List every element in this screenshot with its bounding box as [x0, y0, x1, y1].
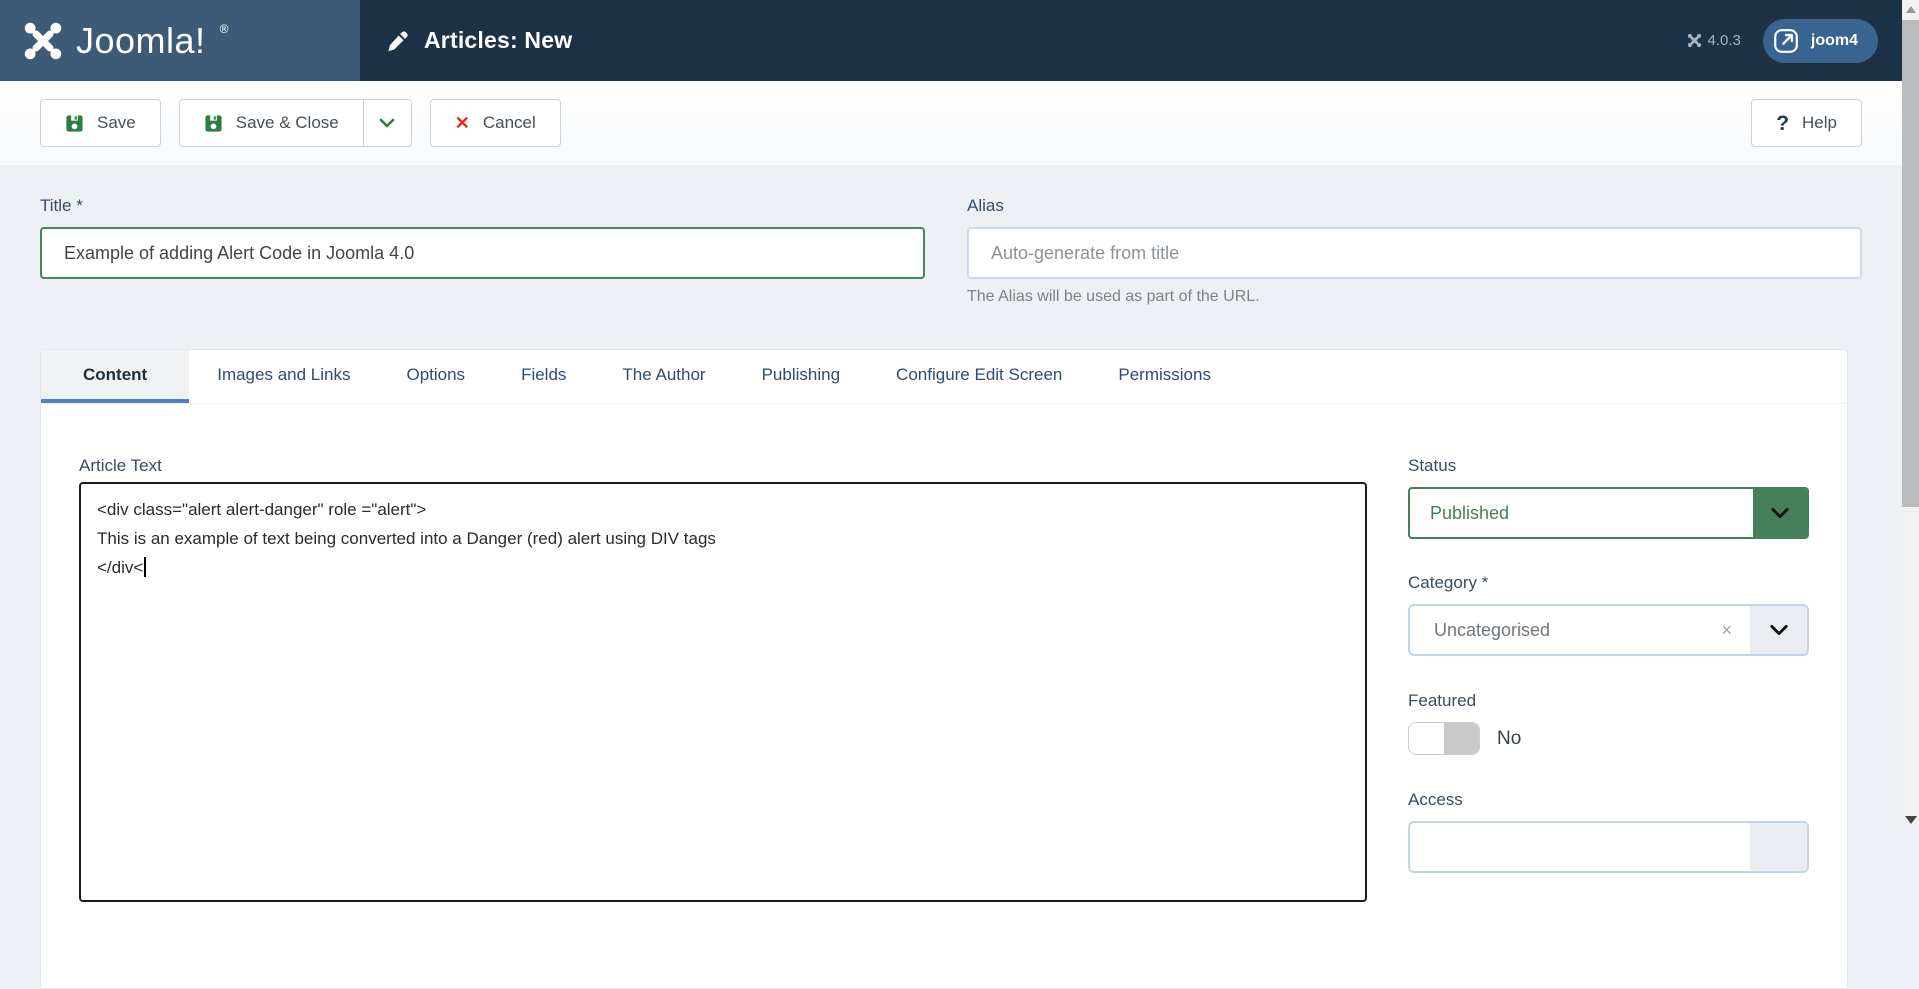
- pencil-icon: [386, 29, 410, 53]
- category-label: Category *: [1408, 573, 1809, 593]
- tab-publishing[interactable]: Publishing: [734, 350, 868, 403]
- joomla-logo[interactable]: Joomla! ®: [22, 20, 228, 62]
- clear-selection-icon[interactable]: ×: [1721, 620, 1732, 641]
- scroll-down-arrow[interactable]: [1902, 816, 1919, 824]
- featured-label: Featured: [1408, 691, 1809, 711]
- user-menu-button[interactable]: joom4: [1763, 19, 1878, 63]
- version-badge: 4.0.3: [1687, 32, 1741, 49]
- cancel-button[interactable]: ✕ Cancel: [430, 99, 561, 147]
- logo-wordmark: Joomla!: [76, 20, 206, 62]
- title-field-group: Title *: [40, 196, 925, 306]
- category-value: Uncategorised: [1434, 620, 1721, 641]
- tab-bar: Content Images and Links Options Fields …: [41, 350, 1847, 404]
- chevron-down-icon: [377, 113, 397, 133]
- title-label: Title *: [40, 196, 925, 216]
- article-settings-sidebar: Status Published Category * Uncategorise…: [1408, 456, 1809, 902]
- alias-label: Alias: [967, 196, 1862, 216]
- vertical-scrollbar[interactable]: [1902, 0, 1919, 827]
- article-text-editor[interactable]: <div class="alert alert-danger" role ="a…: [79, 482, 1367, 902]
- status-select[interactable]: Published: [1408, 487, 1809, 539]
- status-label: Status: [1408, 456, 1809, 476]
- question-mark-icon: ?: [1776, 113, 1789, 134]
- tab-content[interactable]: Content: [41, 350, 189, 403]
- tab-configure-edit-screen[interactable]: Configure Edit Screen: [868, 350, 1090, 403]
- category-select[interactable]: Uncategorised ×: [1408, 604, 1809, 656]
- joomla-knot-icon: [22, 20, 64, 62]
- status-value: Published: [1430, 503, 1753, 524]
- editor-line: </div<: [97, 553, 1349, 582]
- category-chevron-down-icon[interactable]: [1750, 606, 1807, 654]
- title-input[interactable]: [40, 227, 925, 279]
- save-close-button-label: Save & Close: [236, 113, 339, 133]
- tab-fields[interactable]: Fields: [493, 350, 594, 403]
- top-bar: Joomla! ® Articles: New: [0, 0, 1919, 81]
- logo-area: Joomla! ®: [0, 0, 360, 81]
- status-chevron-down-icon[interactable]: [1753, 489, 1807, 537]
- save-close-button-group: Save & Close: [179, 99, 412, 147]
- triangle-up-icon: [1906, 6, 1916, 13]
- tab-the-author[interactable]: The Author: [594, 350, 733, 403]
- scrollbar-thumb[interactable]: [1902, 20, 1919, 507]
- alias-help-text: The Alias will be used as part of the UR…: [967, 288, 1862, 306]
- save-floppy-icon: [204, 114, 223, 133]
- featured-toggle[interactable]: [1408, 722, 1480, 755]
- cancel-button-label: Cancel: [483, 113, 536, 133]
- tab-permissions[interactable]: Permissions: [1090, 350, 1239, 403]
- help-button[interactable]: ? Help: [1751, 99, 1862, 147]
- save-button[interactable]: Save: [40, 99, 161, 147]
- status-field-group: Status Published: [1408, 456, 1809, 539]
- save-floppy-icon: [65, 114, 84, 133]
- triangle-down-icon: [1905, 816, 1917, 824]
- featured-row: No: [1408, 722, 1809, 755]
- access-chevron-down-icon[interactable]: [1750, 823, 1807, 871]
- tab-options[interactable]: Options: [378, 350, 493, 403]
- toggle-knob: [1409, 723, 1444, 754]
- featured-field-group: Featured No: [1408, 691, 1809, 755]
- title-bar: Articles: New 4.0.3: [360, 0, 1919, 81]
- main-content: Title * Alias The Alias will be used as …: [0, 165, 1919, 989]
- access-label: Access: [1408, 790, 1809, 810]
- featured-value: No: [1497, 728, 1521, 750]
- toolbar: Save Save & Close ✕ Cancel: [0, 81, 1919, 165]
- editor-line: This is an example of text being convert…: [97, 524, 1349, 553]
- content-tab-panel: Article Text <div class="alert alert-dan…: [41, 404, 1847, 902]
- article-text-label: Article Text: [79, 456, 1367, 476]
- article-edit-card: Content Images and Links Options Fields …: [40, 349, 1848, 989]
- scroll-up-arrow[interactable]: [1902, 0, 1919, 19]
- title-alias-row: Title * Alias The Alias will be used as …: [40, 196, 1862, 306]
- save-options-dropdown-button[interactable]: [363, 99, 412, 147]
- registered-mark: ®: [220, 22, 229, 36]
- user-menu-label: joom4: [1811, 32, 1858, 50]
- save-close-button[interactable]: Save & Close: [179, 99, 364, 147]
- version-number: 4.0.3: [1708, 32, 1741, 49]
- page-title: Articles: New: [424, 27, 572, 54]
- alias-field-group: Alias The Alias will be used as part of …: [967, 196, 1862, 306]
- access-field-group: Access: [1408, 790, 1809, 873]
- category-field-group: Category * Uncategorised ×: [1408, 573, 1809, 656]
- save-button-label: Save: [97, 113, 136, 133]
- text-cursor: [144, 557, 146, 577]
- alias-input[interactable]: [967, 227, 1862, 279]
- editor-column: Article Text <div class="alert alert-dan…: [79, 456, 1367, 902]
- joomla-version-icon: [1687, 33, 1702, 48]
- toggle-track-off: [1444, 723, 1479, 754]
- help-button-label: Help: [1802, 113, 1837, 133]
- editor-line: <div class="alert alert-danger" role ="a…: [97, 495, 1349, 524]
- access-select[interactable]: [1408, 821, 1809, 873]
- external-link-icon: [1772, 27, 1800, 55]
- topbar-right: 4.0.3 joom4: [1687, 19, 1919, 63]
- tab-images-and-links[interactable]: Images and Links: [189, 350, 378, 403]
- cancel-x-icon: ✕: [455, 114, 470, 132]
